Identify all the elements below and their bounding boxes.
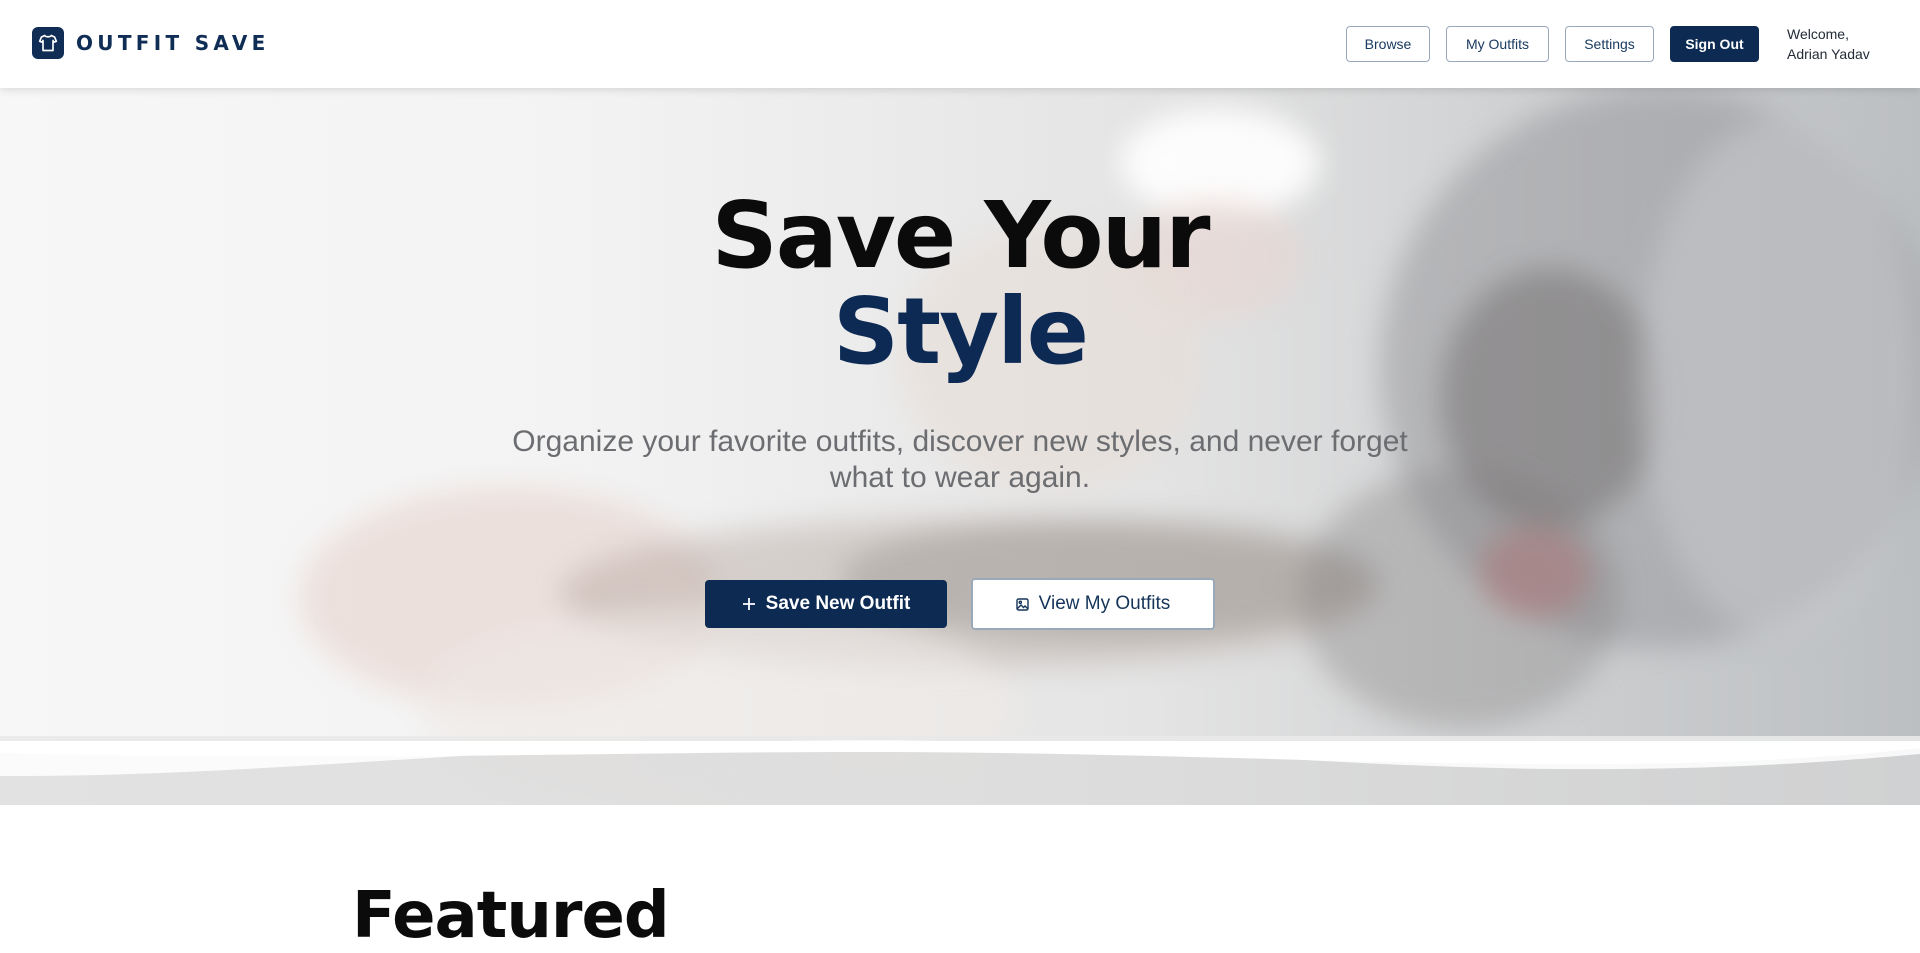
image-icon <box>1015 597 1029 611</box>
save-new-outfit-label: Save New Outfit <box>765 593 911 614</box>
tshirt-icon <box>32 27 64 59</box>
view-my-outfits-label: View My Outfits <box>1038 593 1171 614</box>
brand-logo[interactable]: OUTFIT SAVE <box>32 27 270 59</box>
settings-button[interactable]: Settings <box>1565 26 1654 62</box>
featured-section-title: Featured <box>352 879 670 953</box>
top-nav-bar: OUTFIT SAVE Browse My Outfits Settings S… <box>0 0 1920 88</box>
brand-name: OUTFIT SAVE <box>76 31 270 55</box>
my-outfits-button[interactable]: My Outfits <box>1446 26 1549 62</box>
view-my-outfits-button[interactable]: View My Outfits <box>971 578 1215 630</box>
hero-headline-line2: Style <box>832 278 1089 385</box>
save-new-outfit-button[interactable]: Save New Outfit <box>705 580 947 628</box>
user-welcome: Welcome, Adrian Yadav <box>1787 24 1870 64</box>
welcome-label: Welcome, <box>1787 26 1849 42</box>
user-name: Adrian Yadav <box>1787 46 1870 62</box>
plus-icon <box>742 597 756 611</box>
hero-headline-line1: Save Your <box>711 182 1211 289</box>
browse-button[interactable]: Browse <box>1346 26 1430 62</box>
hero-subtitle: Organize your favorite outfits, discover… <box>512 425 1408 494</box>
hero-section: Save Your Style Organize your favorite o… <box>0 88 1920 805</box>
sign-out-button[interactable]: Sign Out <box>1670 26 1759 62</box>
